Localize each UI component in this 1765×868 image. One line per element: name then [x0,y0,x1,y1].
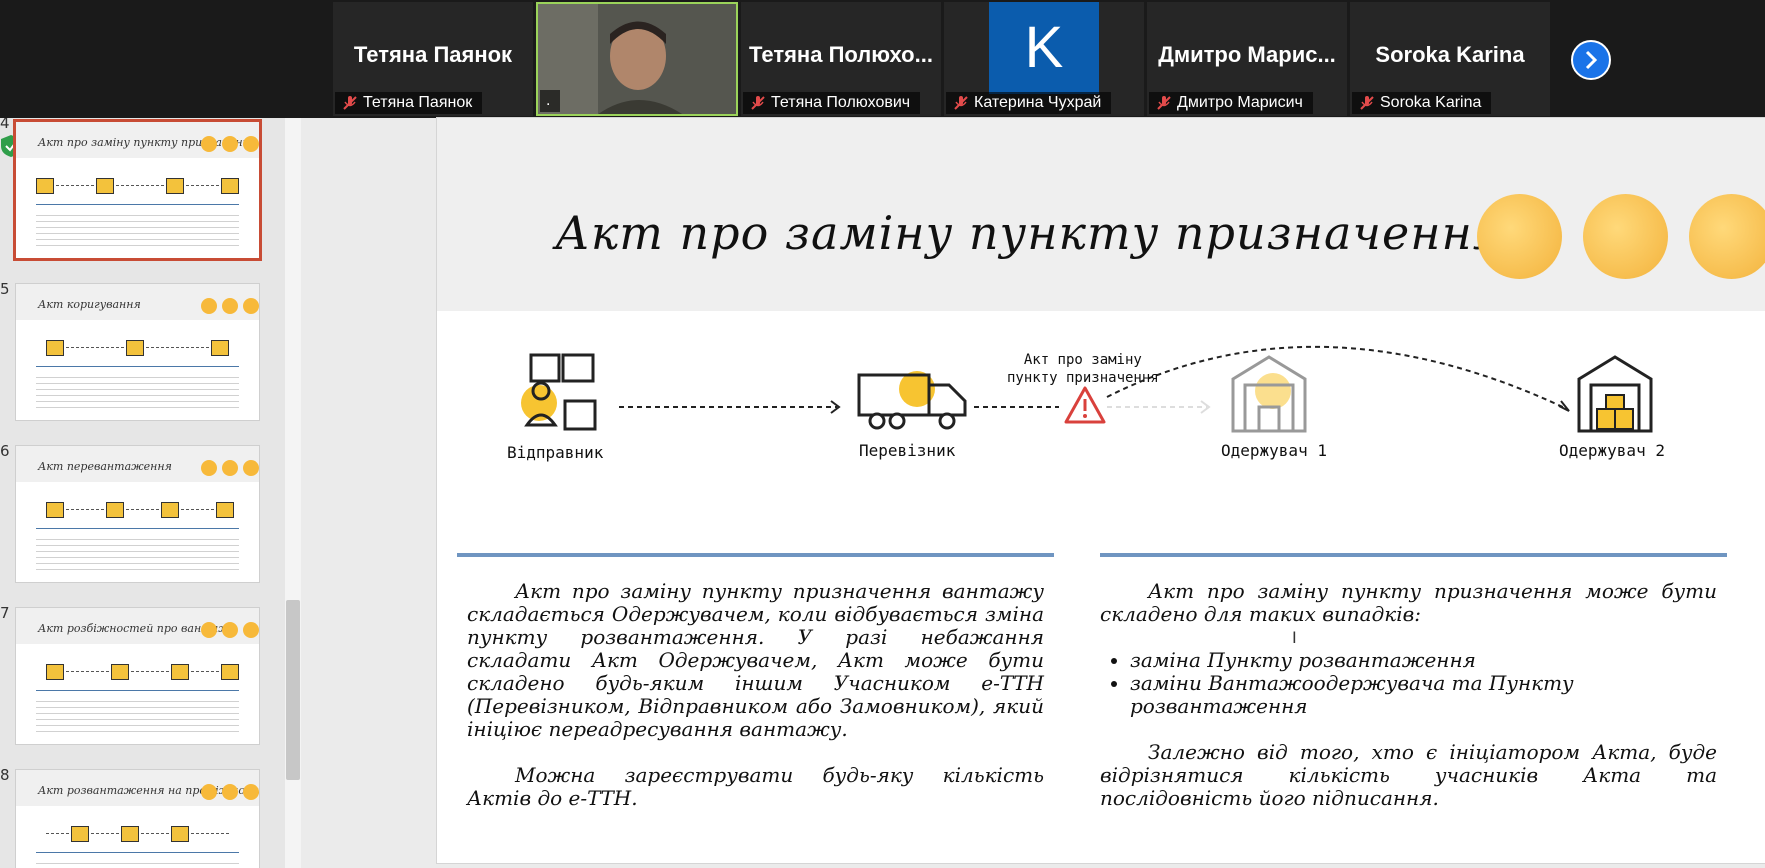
decorative-circle [1477,194,1562,279]
participant-name: Soroka Karina [1375,42,1525,67]
next-participants-button[interactable] [1571,40,1611,80]
slide-title: Акт про заміну пункту призначення [555,206,1505,260]
thumbnail-title: Акт коригування [38,298,141,311]
participant-tile[interactable]: Тетяна Паянок Тетяна Паянок [333,2,533,116]
left-paragraph-1: Акт про заміну пункту призначення вантаж… [467,579,1044,741]
decorative-circle [1689,194,1765,279]
participant-name: Тетяна Полюхо... [749,42,933,67]
mic-muted-icon [343,96,357,110]
cases-list: заміна Пункту розвантаження заміни Ванта… [1100,649,1717,718]
text-cursor-icon: I [1292,628,1297,647]
list-item: заміни Вантажоодержувача та Пункту розва… [1130,672,1717,718]
participants-bar: Тетяна Паянок Тетяна Паянок . Тетяна Пол… [0,0,1765,118]
participant-label: Тетяна Полюхович [743,92,921,114]
mic-muted-icon [1360,96,1374,110]
participant-tile[interactable]: Дмитро Марис... Дмитро Марисич [1147,2,1347,116]
participant-name: Дмитро Марис... [1158,42,1336,67]
mic-muted-icon [751,96,765,110]
thumbnail-number: 6 [0,442,10,460]
node-label-receiver1: Одержувач 1 [1221,441,1327,460]
left-paragraph-2: Можна зареєструвати будь-яку кількість А… [467,763,1044,810]
slide-thumbnail[interactable]: Акт про заміну пункту призначення [16,122,259,258]
list-item: заміна Пункту розвантаження [1130,649,1717,672]
slide-canvas: Акт про заміну пункту призначення Відпра… [437,118,1765,863]
left-text-column: Акт про заміну пункту призначення вантаж… [467,580,1044,810]
slide-thumbnail[interactable]: Акт розбіжностей про вантаж [16,608,259,744]
callout-destination-change: Акт про заміну пункту призначення [1007,352,1159,386]
delivery-flow-diagram: Відправник Перевізник Акт про заміну пун… [437,311,1765,571]
avatar: K [989,2,1099,94]
participant-label: Дмитро Марисич [1149,92,1313,114]
participant-label: Тетяна Паянок [335,92,483,114]
right-column-rule [1100,553,1727,557]
thumbnail-scrollbar-thumb[interactable] [286,600,300,780]
mic-muted-icon [1157,96,1171,110]
thumbnail-number: 8 [0,766,10,784]
warning-icon [1064,386,1106,424]
chevron-right-icon [1585,50,1598,70]
right-paragraph-1: Акт про заміну пункту призначення може б… [1100,579,1717,626]
participant-tile[interactable]: Тетяна Полюхо... Тетяна Полюхович [741,2,941,116]
receiver2-warehouse-icon [1577,355,1653,433]
node-label-receiver2: Одержувач 2 [1559,441,1665,460]
mic-muted-icon [954,96,968,110]
thumbnail-title: Акт перевантаження [38,460,172,473]
participant-video-icon [538,4,736,114]
slide-thumbnail[interactable]: Акт розвантаження на проміжному складі [16,770,259,868]
participant-label: . [540,90,561,112]
node-label-carrier: Перевізник [859,441,956,460]
truck-icon [857,371,967,430]
participant-label: Soroka Karina [1352,92,1492,114]
participant-tile[interactable]: Soroka Karina Soroka Karina [1350,2,1550,116]
thumbnail-number: 4 [0,118,10,132]
participant-tile[interactable]: K Катерина Чухрай [944,2,1144,116]
thumbnail-number: 5 [0,280,10,298]
sender-warehouse-icon [521,353,597,431]
node-label-sender: Відправник [507,443,604,462]
right-paragraph-2: Залежно від того, хто є ініціатором Акта… [1100,740,1717,810]
slide-thumbnail[interactable]: Акт перевантаження [16,446,259,582]
thumbnail-number: 7 [0,604,10,622]
participant-label: Катерина Чухрай [946,92,1112,114]
decorative-circle [1583,194,1668,279]
left-column-rule [457,553,1054,557]
participant-name: Тетяна Паянок [353,42,513,67]
right-text-column: Акт про заміну пункту призначення може б… [1100,580,1717,810]
slide-thumbnail-panel: 4 Акт про заміну пункту призначення 5 Ак… [0,118,290,868]
receiver1-warehouse-icon [1231,355,1307,433]
participant-video-tile[interactable]: . [536,2,738,116]
slide-thumbnail[interactable]: Акт коригування [16,284,259,420]
